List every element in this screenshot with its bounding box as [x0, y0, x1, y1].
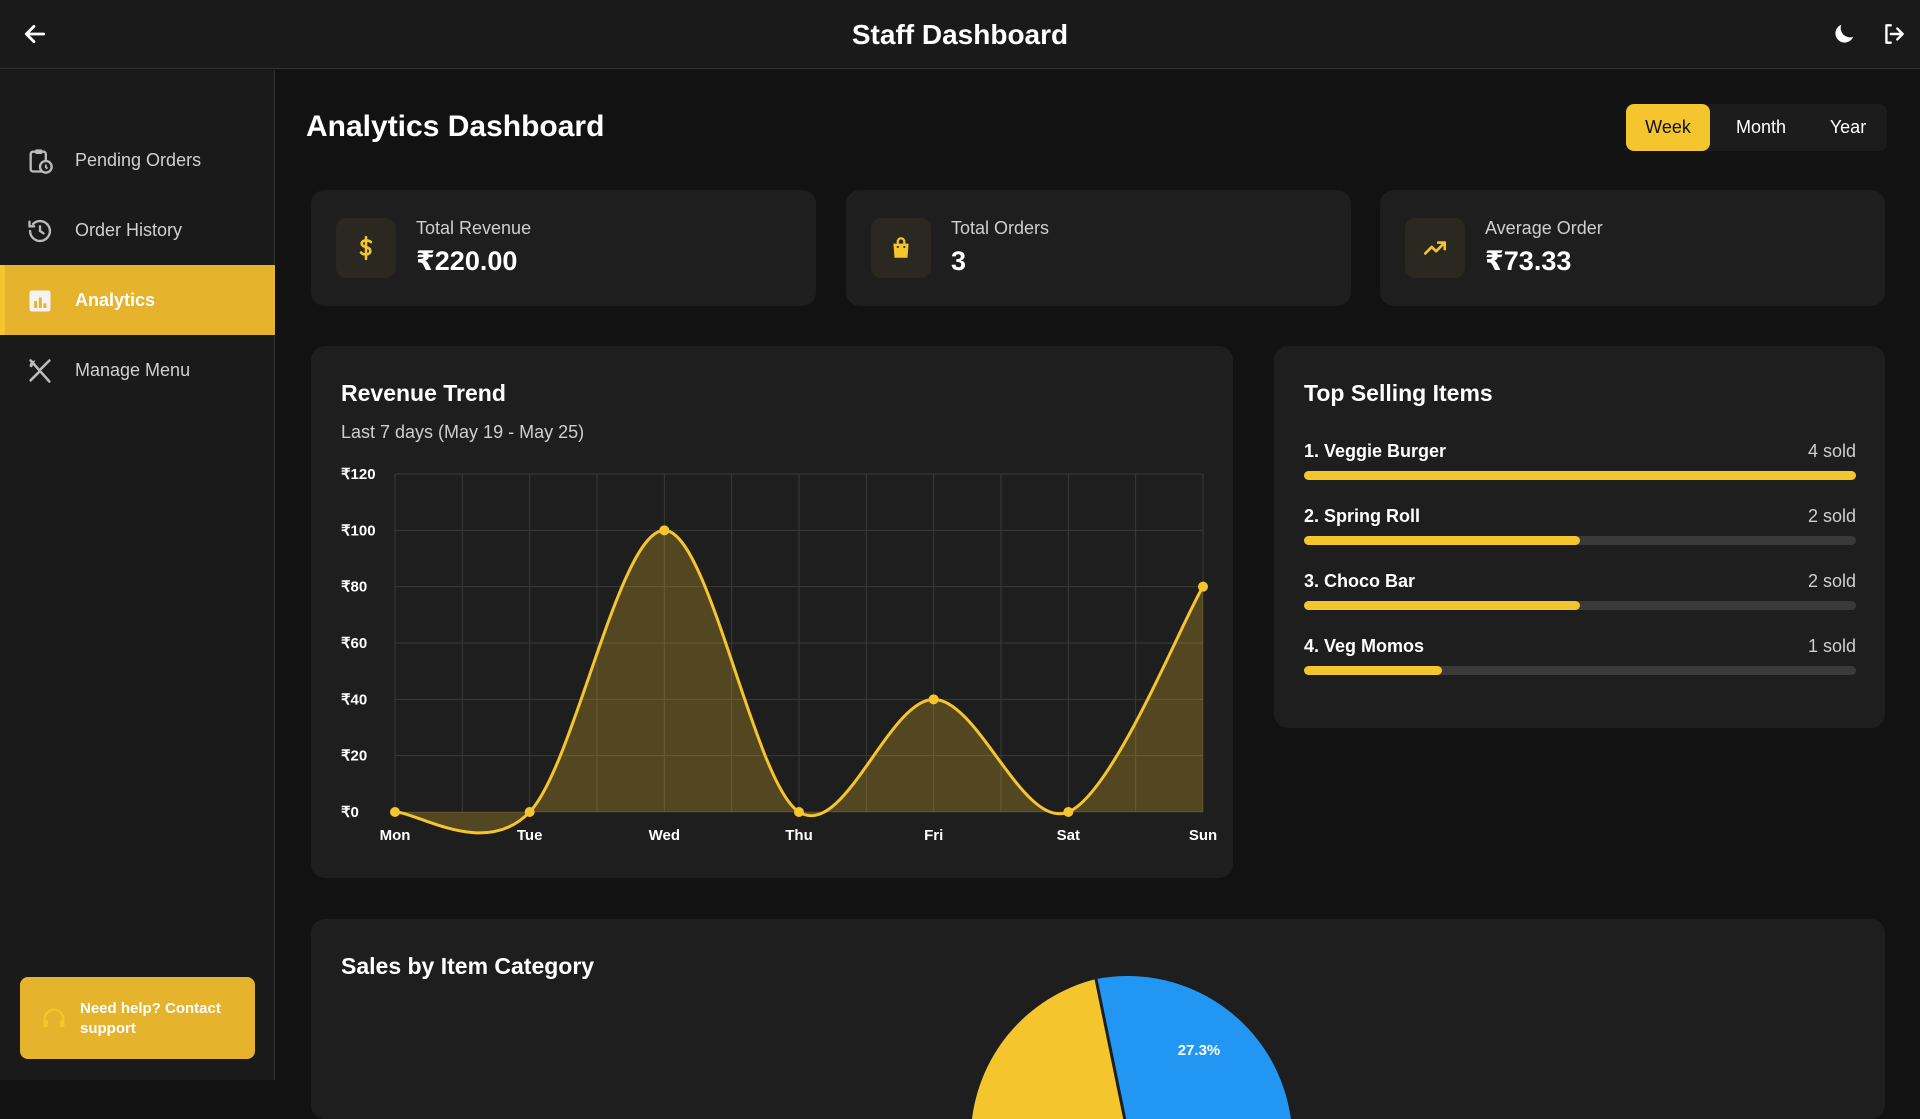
stat-card-total-orders: Total Orders 3 — [846, 190, 1351, 306]
stat-card-average-order: Average Order ₹73.33 — [1380, 190, 1885, 306]
page-title: Analytics Dashboard — [306, 110, 605, 143]
sidebar-item-label: Manage Menu — [75, 359, 191, 380]
item-name: 1. Veggie Burger — [1304, 441, 1447, 461]
top-selling-title: Top Selling Items — [1304, 380, 1493, 406]
clipboard-clock-icon — [26, 147, 54, 175]
item-bar-track — [1304, 471, 1856, 480]
bar-chart-icon — [26, 287, 54, 315]
item-bar-track — [1304, 536, 1856, 545]
y-tick-label: ₹20 — [341, 748, 367, 765]
utensils-icon — [26, 357, 54, 385]
trending-up-icon — [1405, 218, 1465, 278]
item-name: 2. Spring Roll — [1304, 506, 1421, 526]
top-item-row: 2. Spring Roll 2 sold — [1304, 506, 1856, 556]
item-bar-track — [1304, 666, 1856, 675]
pie-slice-label: 27.3% — [1178, 1042, 1221, 1059]
item-count: 4 sold — [1807, 441, 1856, 461]
x-tick-label: Sun — [1189, 827, 1217, 844]
revenue-trend-chart: ₹0 ₹20 ₹40 ₹60 ₹80 ₹100 ₹120 Mon Tue Wed Thu Fri Sat… — [341, 466, 1217, 844]
dollar-icon — [336, 218, 396, 278]
trend-point — [928, 694, 939, 705]
stat-value: 3 — [951, 246, 967, 276]
trend-point — [794, 807, 804, 817]
sidebar-item-label: Pending Orders — [75, 149, 202, 170]
top-item-row: 1. Veggie Burger 4 sold — [1304, 441, 1856, 491]
revenue-trend-card: Revenue Trend Last 7 days (May 19 - May … — [311, 346, 1233, 878]
app-title: Staff Dashboard — [851, 19, 1069, 50]
sidebar-item-analytics[interactable]: Analytics — [0, 265, 275, 335]
main-content: Analytics Dashboard Week Month Year Tota… — [276, 70, 1920, 1119]
trend-point — [659, 525, 670, 536]
stat-label: Total Orders — [951, 218, 1050, 238]
sidebar-item-label: Order History — [75, 219, 183, 240]
trend-point — [524, 807, 535, 817]
trend-point — [1063, 807, 1074, 817]
x-tick-label: Fri — [924, 827, 943, 844]
sidebar: Pending Orders Order History Analytics M… — [0, 70, 275, 1080]
top-item-row: 4. Veg Momos 1 sold — [1304, 636, 1856, 686]
item-bar-fill — [1304, 666, 1442, 675]
x-tick-label: Wed — [649, 827, 680, 844]
headset-icon — [40, 1005, 68, 1038]
item-bar-track — [1304, 601, 1856, 610]
range-tab-month[interactable]: Month — [1716, 104, 1806, 151]
item-bar-fill — [1304, 536, 1580, 545]
stat-value: ₹220.00 — [416, 246, 518, 276]
trend-point — [1198, 581, 1208, 592]
range-tab-year[interactable]: Year — [1812, 104, 1884, 151]
range-tab-week[interactable]: Week — [1626, 104, 1710, 151]
sales-by-category-card: Sales by Item Category 27.3% — [311, 919, 1885, 1119]
trend-point — [390, 807, 400, 817]
y-tick-label: ₹40 — [341, 691, 367, 708]
y-tick-label: ₹120 — [341, 466, 376, 483]
item-count: 1 sold — [1807, 636, 1856, 656]
stat-label: Average Order — [1485, 218, 1603, 238]
sidebar-item-label: Analytics — [75, 289, 156, 310]
item-count: 2 sold — [1807, 506, 1856, 526]
x-tick-label: Thu — [785, 827, 813, 844]
item-name: 4. Veg Momos — [1304, 636, 1425, 656]
sidebar-item-manage-menu[interactable]: Manage Menu — [0, 335, 275, 405]
history-icon — [26, 217, 54, 245]
x-tick-label: Mon — [380, 827, 411, 844]
y-tick-label: ₹60 — [341, 635, 367, 652]
item-name: 3. Choco Bar — [1304, 571, 1416, 591]
y-tick-label: ₹80 — [341, 579, 367, 596]
item-bar-fill — [1304, 601, 1580, 610]
sidebar-item-pending-orders[interactable]: Pending Orders — [0, 125, 275, 195]
help-button[interactable]: Need help? Contact support — [20, 977, 255, 1059]
top-item-row: 3. Choco Bar 2 sold — [1304, 571, 1856, 621]
logout-icon[interactable] — [1879, 19, 1909, 49]
moon-icon[interactable] — [1829, 19, 1859, 49]
help-label: Need help? Contact support — [80, 1000, 221, 1037]
category-pie-chart: 27.3% — [971, 975, 1291, 1119]
top-bar: Staff Dashboard — [0, 0, 1920, 69]
item-count: 2 sold — [1807, 571, 1856, 591]
item-bar-fill — [1304, 471, 1856, 480]
y-tick-label: ₹100 — [341, 522, 376, 539]
stat-card-total-revenue: Total Revenue ₹220.00 — [311, 190, 816, 306]
sidebar-item-order-history[interactable]: Order History — [0, 195, 275, 265]
x-tick-label: Sat — [1057, 827, 1080, 844]
shopping-bag-icon — [871, 218, 931, 278]
top-selling-card: Top Selling Items 1. Veggie Burger 4 sol… — [1274, 346, 1885, 728]
stat-label: Total Revenue — [416, 218, 532, 238]
range-selector: Week Month Year — [1626, 104, 1887, 151]
y-tick-label: ₹0 — [341, 804, 359, 821]
x-tick-label: Tue — [517, 827, 543, 844]
stat-value: ₹73.33 — [1485, 246, 1572, 276]
